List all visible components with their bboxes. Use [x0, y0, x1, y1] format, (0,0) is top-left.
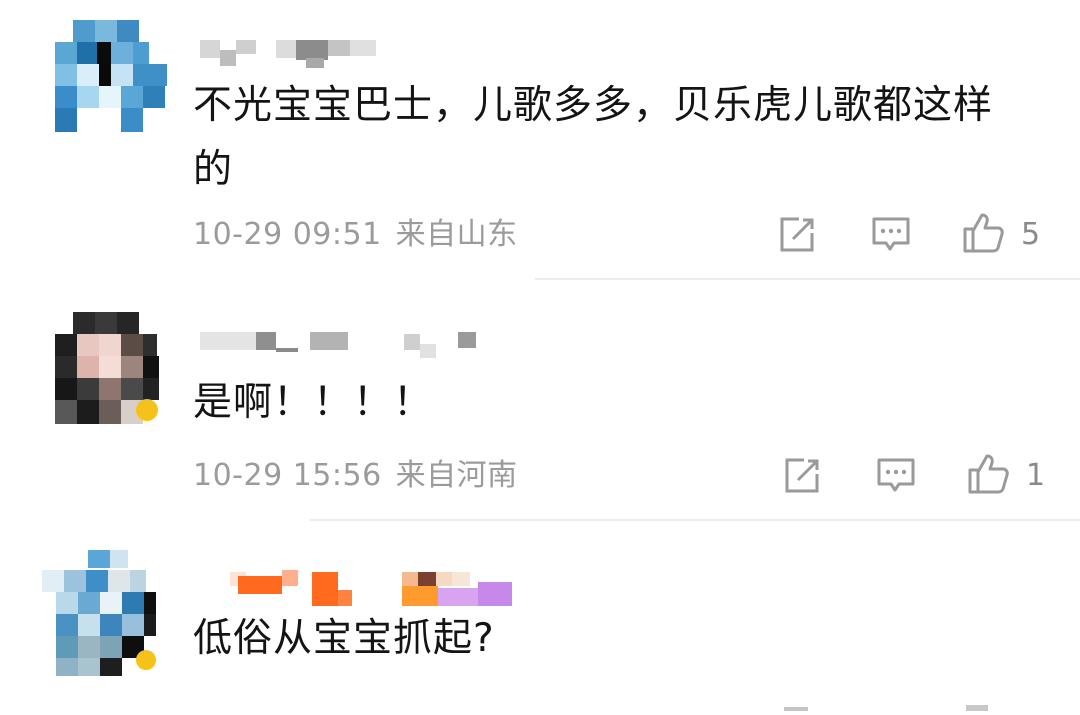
next-row-partial: [770, 696, 1070, 711]
avatar[interactable]: [38, 548, 166, 678]
username-blurred[interactable]: [230, 568, 520, 610]
comment-item: 低俗从宝宝抓起?: [0, 0, 1080, 711]
comment-text: 低俗从宝宝抓起?: [193, 616, 495, 661]
